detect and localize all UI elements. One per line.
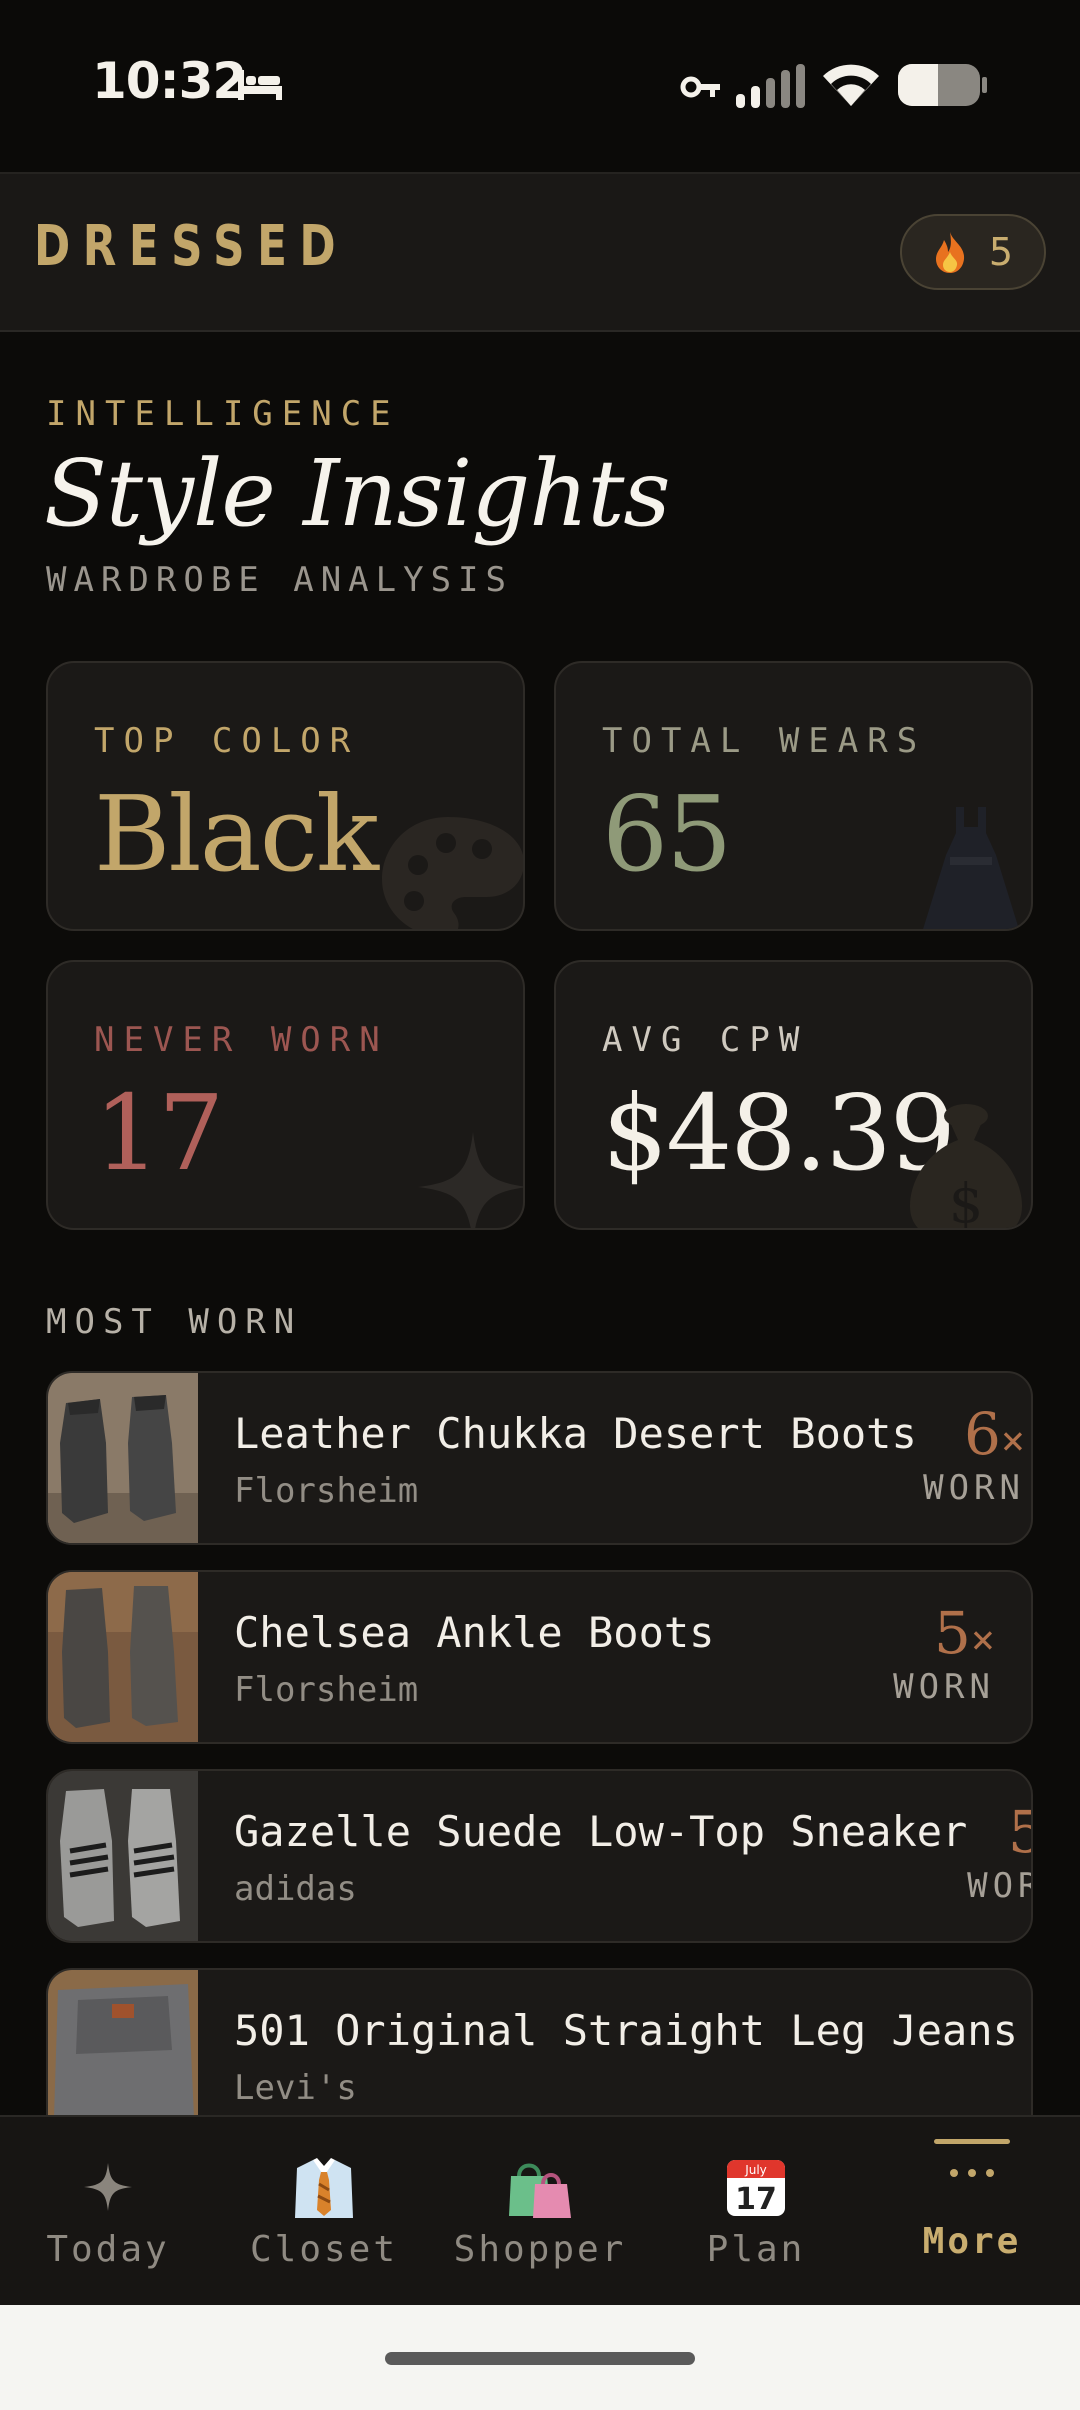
- nav-item-closet[interactable]: Closet: [216, 2117, 432, 2307]
- calendar-icon: July 17: [727, 2160, 785, 2217]
- stat-card-top-color[interactable]: TOP COLOR Black: [46, 661, 525, 931]
- wear-count-number: 6: [964, 1400, 1001, 1468]
- item-brand: adidas: [234, 1869, 357, 1909]
- item-name: 501 Original Straight Leg Jeans: [234, 2006, 1018, 2055]
- calendar-month: July: [744, 2163, 767, 2177]
- shopping-bags-icon: [509, 2163, 571, 2218]
- sleep-bed-icon: [238, 70, 282, 100]
- nav-item-today[interactable]: Today: [0, 2117, 216, 2307]
- wear-count-label: WORN: [923, 1468, 1025, 1508]
- status-time: 10:32: [92, 52, 247, 110]
- list-item[interactable]: Chelsea Ankle Boots Florsheim 5× WORN: [46, 1570, 1033, 1744]
- home-indicator[interactable]: [385, 2352, 695, 2365]
- item-photo: [48, 1970, 198, 2115]
- item-brand: Florsheim: [234, 1670, 419, 1710]
- wear-count: 5× WORN: [893, 1604, 995, 1707]
- battery-icon: [898, 64, 987, 106]
- calendar-day: 17: [735, 2182, 777, 2217]
- wear-count-number: 5: [934, 1599, 971, 1667]
- item-photo: [48, 1373, 198, 1543]
- signal-icon: [736, 64, 805, 108]
- stat-label: TOP COLOR: [94, 721, 360, 761]
- times-icon: ×: [970, 1617, 995, 1663]
- nav-label: Closet: [249, 2229, 399, 2270]
- nav-item-plan[interactable]: July 17 Plan: [648, 2117, 864, 2307]
- item-brand: Florsheim: [234, 1471, 419, 1511]
- nav-label: Plan: [706, 2229, 806, 2270]
- active-tab-indicator: [934, 2139, 1010, 2144]
- palette-icon: [382, 817, 523, 929]
- money-bag-icon: $: [910, 1104, 1022, 1230]
- item-name: Gazelle Suede Low-Top Sneaker: [234, 1807, 968, 1856]
- list-item[interactable]: 501 Original Straight Leg Jeans Levi's: [46, 1968, 1033, 2115]
- dress-icon: [923, 807, 1019, 929]
- section-kicker: INTELLIGENCE: [46, 394, 400, 434]
- stat-label: NEVER WORN: [94, 1020, 389, 1060]
- wear-count: 6× WORN: [923, 1405, 1025, 1508]
- stat-card-never-worn[interactable]: NEVER WORN 17: [46, 960, 525, 1230]
- stat-value: 65: [602, 773, 732, 895]
- nav-item-more[interactable]: More: [864, 2117, 1080, 2307]
- most-worn-heading: MOST WORN: [46, 1302, 303, 1342]
- wear-count-number: 5: [1008, 1798, 1031, 1866]
- fire-icon: [935, 232, 964, 273]
- system-gesture-area: [0, 2305, 1080, 2410]
- wifi-icon: [823, 64, 879, 106]
- wear-count-label: WORN: [893, 1667, 995, 1707]
- sparkle-icon: [84, 2163, 132, 2211]
- app-header: DRESSED 5: [0, 172, 1080, 332]
- item-brand: Levi's: [234, 2068, 357, 2108]
- nav-item-shopper[interactable]: Shopper: [432, 2117, 648, 2307]
- stat-value: 17: [94, 1072, 224, 1194]
- brand-logo-text[interactable]: DRESSED: [34, 214, 348, 279]
- item-photo: [48, 1572, 198, 1742]
- stat-card-total-wears[interactable]: TOTAL WEARS 65: [554, 661, 1033, 931]
- sparkle-icon: [418, 1132, 523, 1228]
- stat-label: AVG CPW: [602, 1020, 809, 1060]
- bottom-nav: Today Closet Shopper July 17 Plan More: [0, 2115, 1080, 2305]
- stat-value: $48.39: [602, 1072, 956, 1194]
- list-item[interactable]: Leather Chukka Desert Boots Florsheim 6×…: [46, 1371, 1033, 1545]
- stat-card-avg-cpw[interactable]: AVG CPW $48.39 $: [554, 960, 1033, 1230]
- item-name: Chelsea Ankle Boots: [234, 1608, 715, 1657]
- streak-badge[interactable]: 5: [900, 214, 1046, 290]
- times-icon: ×: [1000, 1418, 1025, 1464]
- wear-count: 5× WORN: [967, 1803, 1031, 1906]
- item-photo: [48, 1771, 198, 1941]
- stat-value: Black: [94, 773, 379, 895]
- screen: 10:32 DRESSED 5 INTELLIGENCE Style Insig…: [0, 0, 1080, 2410]
- page-title: Style Insights: [44, 440, 671, 547]
- list-item[interactable]: Gazelle Suede Low-Top Sneaker adidas 5× …: [46, 1769, 1033, 1943]
- wear-count-label: WORN: [967, 1866, 1031, 1906]
- svg-text:$: $: [949, 1172, 983, 1230]
- page-subtitle: WARDROBE ANALYSIS: [46, 560, 513, 600]
- vpn-key-icon: [680, 76, 720, 98]
- streak-count: 5: [988, 230, 1014, 274]
- more-dots-icon: [950, 2169, 994, 2177]
- shirt-tie-icon: [295, 2158, 353, 2218]
- nav-label: Shopper: [453, 2229, 627, 2270]
- stat-label: TOTAL WEARS: [602, 721, 927, 761]
- nav-label: Today: [46, 2229, 170, 2270]
- item-name: Leather Chukka Desert Boots: [234, 1409, 917, 1458]
- status-bar: 10:32: [0, 0, 1080, 172]
- nav-label: More: [922, 2221, 1022, 2262]
